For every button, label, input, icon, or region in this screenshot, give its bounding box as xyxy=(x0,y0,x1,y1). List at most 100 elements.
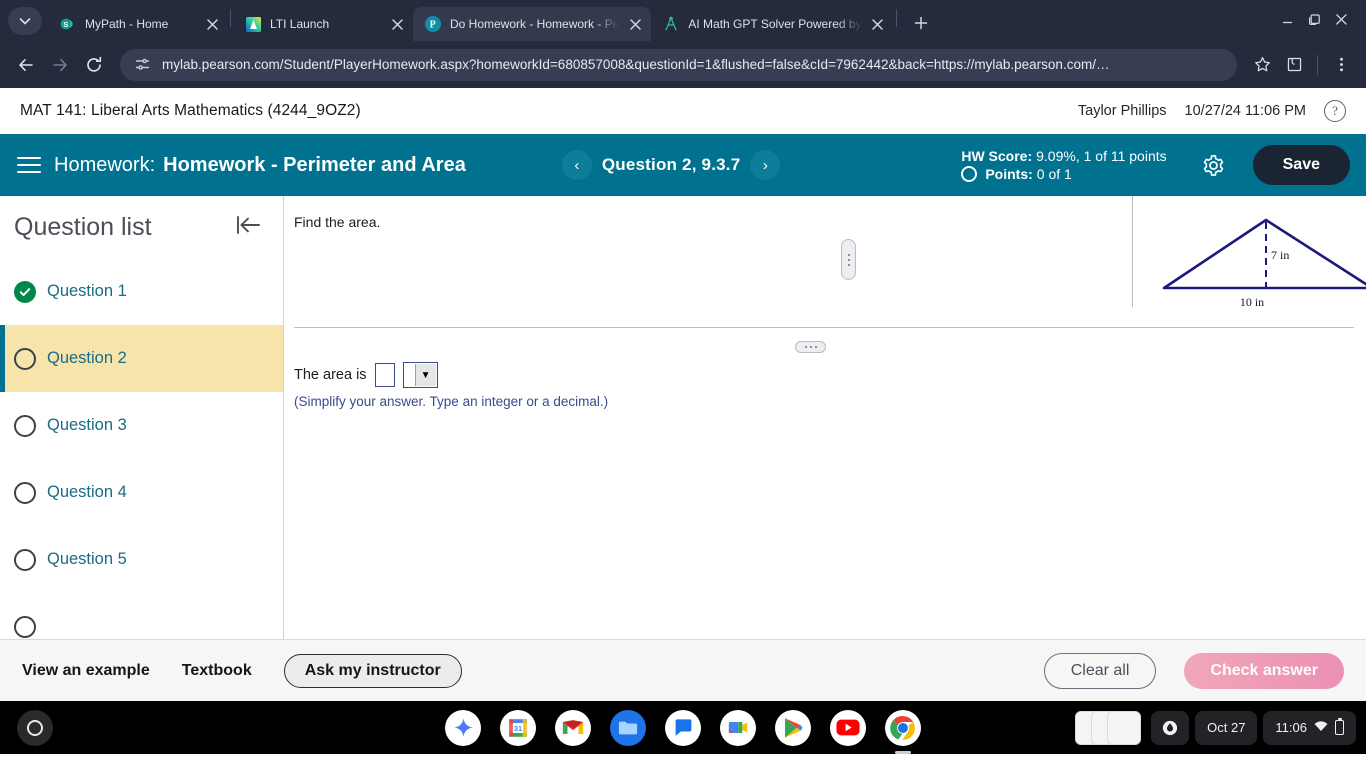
google-meet-icon[interactable] xyxy=(720,709,756,746)
answer-input[interactable] xyxy=(374,363,395,387)
course-title: MAT 141: Liberal Arts Mathematics (4244_… xyxy=(20,101,361,119)
vertical-resize-handle[interactable] xyxy=(841,239,856,280)
hw-score-value: 9.09%, 1 of 11 points xyxy=(1036,148,1167,164)
view-example-button[interactable]: View an example xyxy=(22,662,150,680)
system-shelf: 31 Oct 27 11:06 xyxy=(0,701,1366,754)
next-question-button[interactable]: › xyxy=(750,150,781,180)
sidebar-item-label: Question 2 xyxy=(47,349,127,367)
launcher-icon[interactable] xyxy=(17,709,53,746)
tab-strip: S MyPath - Home LTI Launch P Do Homework… xyxy=(0,0,1366,41)
user-name: Taylor Phillips xyxy=(1077,102,1167,119)
question-stem: Find the area. 7 in 10 in xyxy=(284,196,1366,328)
active-app-indicator xyxy=(895,750,911,754)
close-icon[interactable] xyxy=(868,14,888,34)
sidebar-item-question-2[interactable]: Question 2 xyxy=(0,325,283,392)
close-icon[interactable] xyxy=(387,14,407,34)
plus-icon xyxy=(914,16,927,30)
sidebar-item-label: Question 4 xyxy=(47,483,127,501)
google-chat-icon[interactable] xyxy=(665,709,701,746)
points-value: 0 of 1 xyxy=(1036,166,1072,182)
clear-all-button[interactable]: Clear all xyxy=(1043,652,1157,689)
files-icon[interactable] xyxy=(610,709,646,746)
svg-text:P: P xyxy=(430,20,436,31)
collapse-panel-icon[interactable] xyxy=(235,214,261,241)
close-icon[interactable] xyxy=(625,14,645,34)
new-tab-button[interactable] xyxy=(907,9,935,37)
browser-tab[interactable]: S MyPath - Home xyxy=(48,7,228,41)
horizontal-divider xyxy=(294,327,1354,328)
question-footer: View an example Textbook Ask my instruct… xyxy=(0,639,1366,701)
bookmark-star-icon[interactable] xyxy=(1247,50,1277,80)
google-calendar-icon[interactable]: 31 xyxy=(500,709,536,746)
close-window-button[interactable] xyxy=(1335,13,1348,31)
prev-question-button[interactable]: ‹ xyxy=(561,150,592,180)
forward-arrow-icon[interactable] xyxy=(44,49,76,81)
homework-title: Homework - Perimeter and Area xyxy=(163,153,466,176)
browser-chrome: S MyPath - Home LTI Launch P Do Homework… xyxy=(0,0,1366,88)
sidebar-item-question-3[interactable]: Question 3 xyxy=(0,392,283,459)
sidebar-item-question-6-partial[interactable] xyxy=(0,593,283,639)
wifi-icon xyxy=(1314,720,1328,735)
maximize-button[interactable] xyxy=(1308,13,1321,31)
svg-text:31: 31 xyxy=(514,724,522,733)
tab-divider xyxy=(895,8,897,27)
answer-row: The area is ▼ xyxy=(284,324,1366,388)
lti-icon xyxy=(245,16,261,32)
horizontal-resize-handle[interactable] xyxy=(795,341,826,353)
date-time: 10/27/24 11:06 PM xyxy=(1184,102,1306,119)
triangle-figure: 7 in 10 in xyxy=(1162,218,1366,309)
close-icon[interactable] xyxy=(202,14,222,34)
points-label: Points: xyxy=(985,166,1033,182)
tab-title: MyPath - Home xyxy=(85,17,169,31)
reload-icon[interactable] xyxy=(78,49,110,81)
minimize-button[interactable] xyxy=(1281,13,1294,31)
browser-tab[interactable]: AI Math GPT Solver Powered by xyxy=(651,7,893,41)
address-bar[interactable]: mylab.pearson.com/Student/PlayerHomework… xyxy=(120,48,1237,81)
check-answer-button[interactable]: Check answer xyxy=(1184,652,1344,689)
sidebar-item-label: Question 3 xyxy=(47,416,127,434)
empty-circle-icon xyxy=(14,347,36,370)
empty-circle-icon xyxy=(14,548,36,571)
date-tray[interactable]: Oct 27 xyxy=(1195,710,1258,745)
textbook-button[interactable]: Textbook xyxy=(182,662,252,680)
play-store-icon[interactable] xyxy=(775,709,811,746)
browser-tab-active[interactable]: P Do Homework - Homework - Pe xyxy=(413,7,652,41)
help-icon[interactable]: ? xyxy=(1324,99,1346,122)
hw-score-label: HW Score: xyxy=(961,148,1033,164)
clock-tray[interactable]: 11:06 xyxy=(1263,710,1356,745)
sidebar-header: Question list xyxy=(0,196,283,258)
svg-text:7 in: 7 in xyxy=(1271,248,1289,262)
sidebar-item-question-5[interactable]: Question 5 xyxy=(0,526,283,593)
extensions-icon[interactable] xyxy=(1279,50,1309,80)
score-summary: HW Score: 9.09%, 1 of 11 points Points: … xyxy=(961,148,1167,182)
sidebar-item-label: Question 1 xyxy=(47,282,127,300)
question-navigator: ‹ Question 2, 9.3.7 › xyxy=(561,150,781,180)
window-preview-stack[interactable] xyxy=(1075,710,1142,745)
gemini-icon[interactable] xyxy=(445,709,481,746)
svg-text:S: S xyxy=(63,20,68,29)
tab-title: Do Homework - Homework - Pe xyxy=(450,17,620,31)
chrome-icon[interactable] xyxy=(885,709,921,754)
save-button[interactable]: Save xyxy=(1252,145,1350,185)
browser-tab[interactable]: LTI Launch xyxy=(233,7,413,41)
chrome-menu-icon[interactable] xyxy=(1326,50,1356,80)
ask-my-instructor-button[interactable]: Ask my instructor xyxy=(283,653,462,688)
youtube-icon[interactable] xyxy=(830,709,866,746)
hamburger-icon[interactable] xyxy=(12,148,46,182)
sidebar-item-question-4[interactable]: Question 4 xyxy=(0,459,283,526)
sidebar-item-question-1[interactable]: Question 1 xyxy=(0,258,283,325)
window-controls xyxy=(1271,13,1358,41)
unit-dropdown[interactable]: ▼ xyxy=(402,362,438,388)
site-settings-icon[interactable] xyxy=(132,55,152,75)
gmail-icon[interactable] xyxy=(555,709,591,746)
gear-icon[interactable] xyxy=(1197,148,1231,182)
back-arrow-icon[interactable] xyxy=(10,49,42,81)
chevron-down-icon xyxy=(19,18,31,25)
tab-divider xyxy=(230,8,231,27)
answer-hint: (Simplify your answer. Type an integer o… xyxy=(294,394,609,409)
tab-search-button[interactable] xyxy=(8,7,42,35)
system-tray: Oct 27 11:06 xyxy=(1075,710,1356,745)
app-header: MAT 141: Liberal Arts Mathematics (4244_… xyxy=(0,88,1366,134)
math-gpt-icon xyxy=(663,16,679,32)
status-tray-button[interactable] xyxy=(1151,710,1190,745)
